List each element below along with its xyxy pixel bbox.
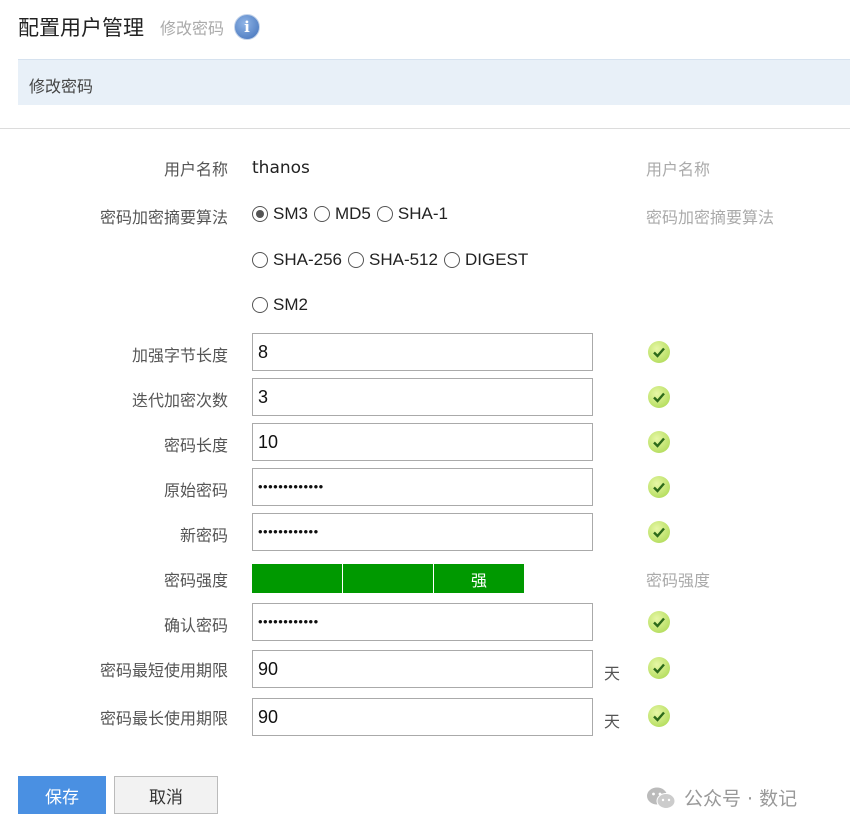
max-age-label: 密码最长使用期限 bbox=[99, 709, 228, 728]
old-password-label: 原始密码 bbox=[163, 481, 228, 500]
radio-sha1-indicator[interactable] bbox=[376, 206, 393, 222]
save-button[interactable]: 保存 bbox=[18, 776, 106, 814]
valid-check-icon bbox=[648, 657, 670, 679]
iterations-label: 迭代加密次数 bbox=[131, 391, 228, 410]
valid-check-icon bbox=[648, 386, 670, 408]
max-age-input[interactable]: 90 bbox=[252, 698, 593, 736]
algorithm-label: 密码加密摘要算法 bbox=[99, 208, 228, 227]
strength-segment bbox=[343, 564, 433, 593]
info-icon[interactable]: i bbox=[234, 14, 261, 40]
watermark-text: 公众号 · 数记 bbox=[684, 788, 798, 810]
radio-sha512[interactable]: SHA-512 bbox=[347, 250, 438, 270]
divider bbox=[0, 128, 850, 129]
radio-digest-indicator[interactable] bbox=[443, 252, 460, 268]
watermark: 公众号 · 数记 bbox=[646, 784, 797, 811]
username-value: thanos bbox=[252, 158, 310, 178]
valid-check-icon bbox=[648, 476, 670, 498]
username-label: 用户名称 bbox=[163, 160, 228, 179]
max-age-unit: 天 bbox=[604, 712, 621, 731]
radio-sm3-indicator[interactable] bbox=[252, 206, 268, 222]
page-title: 配置用户管理 bbox=[18, 16, 144, 40]
radio-md5[interactable]: MD5 bbox=[313, 204, 371, 224]
strength-hint: 密码强度 bbox=[646, 571, 711, 590]
new-password-input[interactable]: •••••••••••• bbox=[252, 513, 593, 551]
valid-check-icon bbox=[648, 611, 670, 633]
radio-sm2-indicator[interactable] bbox=[252, 297, 268, 313]
algorithm-hint: 密码加密摘要算法 bbox=[646, 208, 775, 227]
strength-segment bbox=[252, 564, 342, 593]
valid-check-icon bbox=[648, 521, 670, 543]
old-password-input[interactable]: ••••••••••••• bbox=[252, 468, 593, 506]
radio-sha256-indicator[interactable] bbox=[252, 252, 268, 268]
radio-md5-indicator[interactable] bbox=[313, 206, 330, 222]
wechat-icon bbox=[647, 787, 676, 809]
salt-length-label: 加强字节长度 bbox=[131, 346, 228, 365]
password-length-input[interactable]: 10 bbox=[252, 423, 593, 461]
page-header: 配置用户管理 修改密码 i bbox=[18, 12, 261, 42]
page-subtitle: 修改密码 bbox=[160, 19, 225, 38]
strength-label: 密码强度 bbox=[163, 571, 228, 590]
confirm-password-label: 确认密码 bbox=[163, 616, 228, 635]
password-strength-meter: 强 bbox=[252, 564, 525, 593]
algorithm-radio-row-2: SHA-256 SHA-512 DIGEST bbox=[252, 250, 534, 270]
iterations-input[interactable]: 3 bbox=[252, 378, 593, 416]
algorithm-radio-row-1: SM3 MD5 SHA-1 bbox=[252, 204, 454, 224]
algorithm-radio-row-3: SM2 bbox=[252, 295, 314, 315]
section-header: 修改密码 bbox=[18, 59, 850, 105]
salt-length-input[interactable]: 8 bbox=[252, 333, 593, 371]
password-length-label: 密码长度 bbox=[163, 436, 228, 455]
new-password-label: 新密码 bbox=[179, 526, 228, 545]
cancel-button[interactable]: 取消 bbox=[114, 776, 218, 814]
radio-digest[interactable]: DIGEST bbox=[443, 250, 528, 270]
strength-segment-label: 强 bbox=[434, 564, 524, 593]
valid-check-icon bbox=[648, 431, 670, 453]
radio-sm2[interactable]: SM2 bbox=[252, 295, 308, 315]
valid-check-icon bbox=[648, 341, 670, 363]
min-age-label: 密码最短使用期限 bbox=[99, 661, 228, 680]
radio-sm3[interactable]: SM3 bbox=[252, 204, 308, 224]
min-age-input[interactable]: 90 bbox=[252, 650, 593, 688]
username-hint: 用户名称 bbox=[646, 160, 711, 179]
confirm-password-input[interactable]: •••••••••••• bbox=[252, 603, 593, 641]
min-age-unit: 天 bbox=[604, 664, 621, 683]
section-title: 修改密码 bbox=[29, 77, 94, 96]
radio-sha256[interactable]: SHA-256 bbox=[252, 250, 342, 270]
valid-check-icon bbox=[648, 705, 670, 727]
radio-sha512-indicator[interactable] bbox=[347, 252, 364, 268]
radio-sha1[interactable]: SHA-1 bbox=[376, 204, 448, 224]
